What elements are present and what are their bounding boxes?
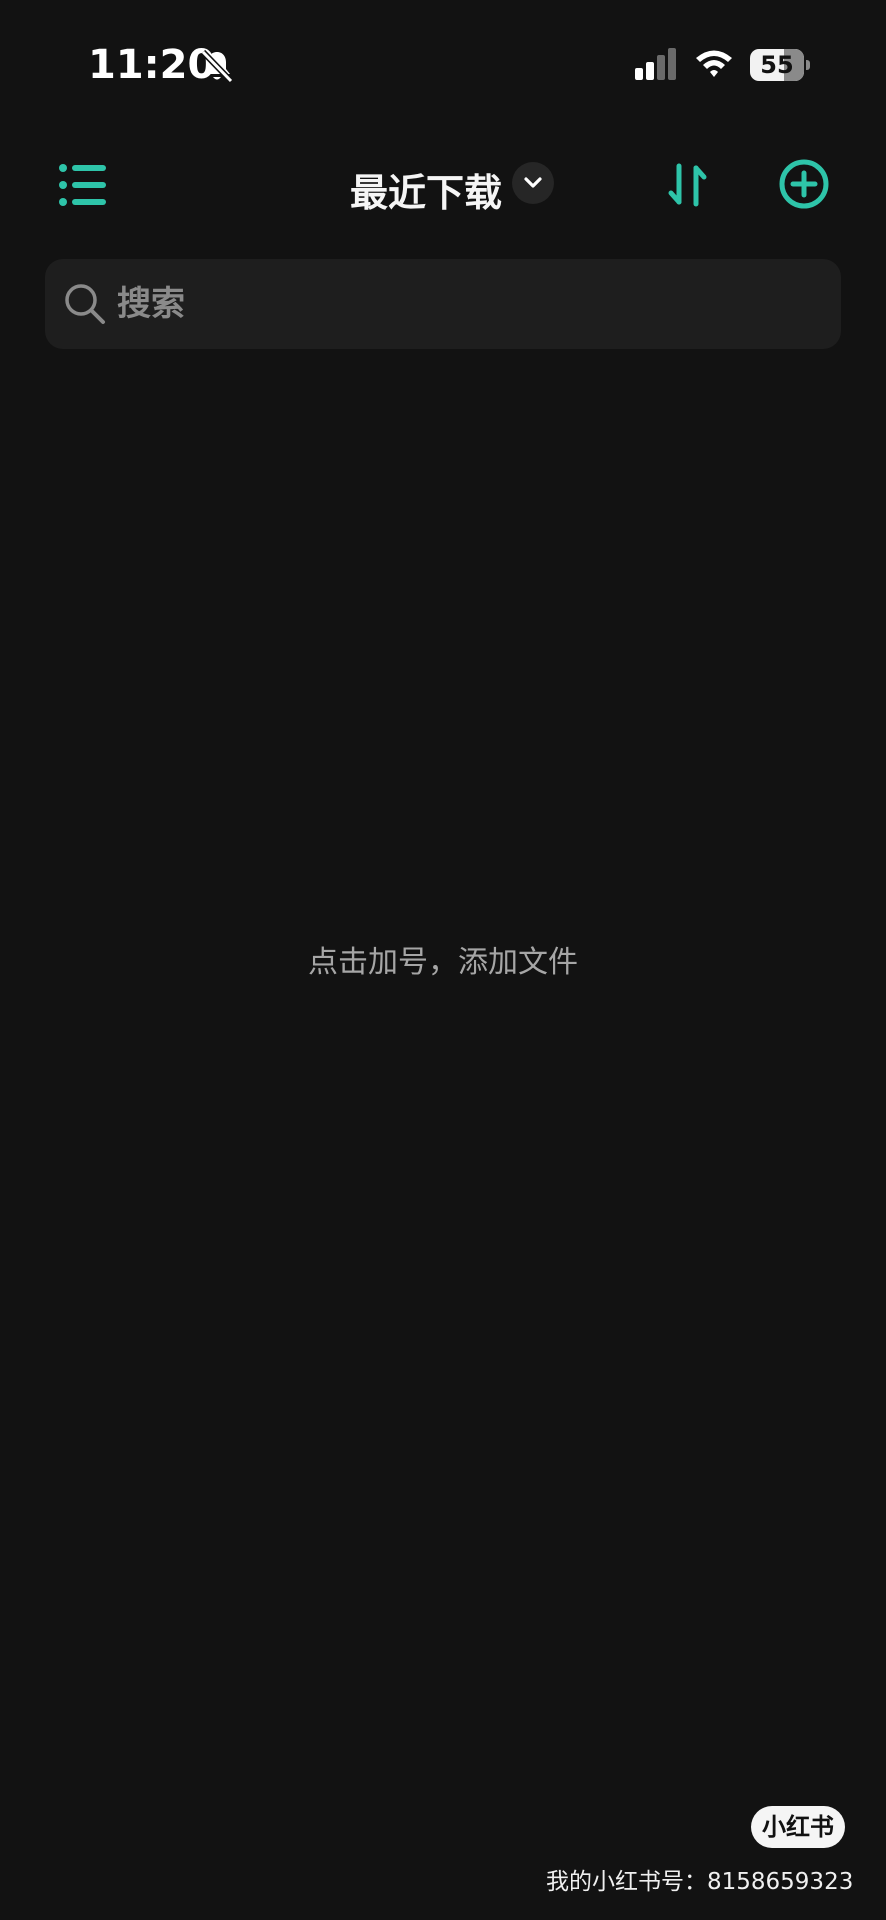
battery-body: 55 bbox=[750, 49, 804, 81]
battery-tip bbox=[806, 60, 810, 70]
battery-icon: 55 bbox=[750, 49, 810, 81]
list-menu-icon[interactable] bbox=[58, 162, 108, 208]
empty-state-hint: 点击加号，添加文件 bbox=[308, 945, 578, 980]
cellular-signal-icon bbox=[635, 48, 676, 80]
status-bar: 11:20 55 bbox=[0, 0, 886, 120]
bell-off-icon bbox=[200, 49, 234, 84]
watermark-logo: 小红书 bbox=[751, 1806, 845, 1848]
page-title[interactable]: 最近下载 bbox=[350, 162, 502, 217]
watermark-text: 我的小红书号：8158659323 bbox=[546, 1869, 854, 1895]
battery-level: 55 bbox=[760, 51, 794, 79]
sort-arrows-icon[interactable] bbox=[668, 162, 708, 208]
status-time: 11:20 bbox=[88, 42, 216, 88]
search-icon bbox=[65, 284, 105, 324]
plus-circle-icon[interactable] bbox=[778, 158, 830, 210]
wifi-icon bbox=[696, 50, 732, 77]
search-input[interactable] bbox=[117, 259, 817, 349]
search-bar[interactable] bbox=[45, 259, 841, 349]
nav-bar: 最近下载 bbox=[0, 140, 886, 230]
chevron-down-icon[interactable] bbox=[512, 162, 554, 204]
